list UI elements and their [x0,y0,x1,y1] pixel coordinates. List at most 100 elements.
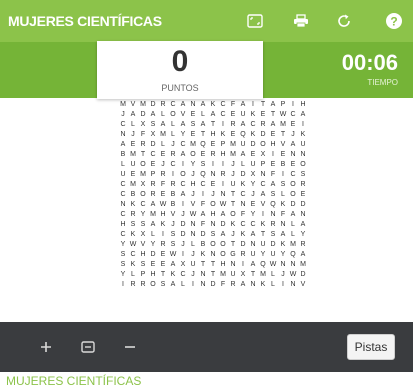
grid-cell[interactable]: R [258,120,268,130]
grid-cell[interactable]: K [238,230,248,240]
grid-cell[interactable]: O [208,200,218,210]
grid-cell[interactable]: L [178,280,188,290]
grid-cell[interactable]: Y [178,130,188,140]
grid-cell[interactable]: B [278,160,288,170]
grid-cell[interactable]: H [188,180,198,190]
grid-cell[interactable]: O [188,150,198,160]
grid-cell[interactable]: O [298,160,308,170]
grid-cell[interactable]: Y [248,210,258,220]
grid-cell[interactable]: K [128,260,138,270]
grid-cell[interactable]: N [188,100,198,110]
grid-cell[interactable]: C [218,100,228,110]
grid-cell[interactable]: J [168,220,178,230]
grid-cell[interactable]: C [178,180,188,190]
grid-cell[interactable]: O [178,170,188,180]
grid-cell[interactable]: M [158,130,168,140]
grid-cell[interactable]: L [288,220,298,230]
grid-cell[interactable]: A [198,120,208,130]
grid-cell[interactable]: K [158,220,168,230]
grid-cell[interactable]: H [138,250,148,260]
grid-cell[interactable]: U [238,110,248,120]
grid-cell[interactable]: O [218,240,228,250]
grid-cell[interactable]: J [188,270,198,280]
grid-cell[interactable]: J [228,160,238,170]
grid-cell[interactable]: S [118,250,128,260]
grid-cell[interactable]: F [218,280,228,290]
grid-cell[interactable]: C [288,110,298,120]
grid-cell[interactable]: E [148,160,158,170]
grid-cell[interactable]: Y [258,250,268,260]
grid-cell[interactable]: L [118,160,128,170]
grid-cell[interactable]: A [168,260,178,270]
grid-cell[interactable]: N [208,250,218,260]
grid-cell[interactable]: K [228,220,238,230]
grid-cell[interactable]: S [138,260,148,270]
zoom-fit-button[interactable] [74,333,102,361]
grid-cell[interactable]: L [128,120,138,130]
grid-cell[interactable]: F [158,180,168,190]
grid-cell[interactable]: K [128,230,138,240]
grid-cell[interactable]: A [178,190,188,200]
grid-cell[interactable]: B [168,190,178,200]
grid-cell[interactable]: T [248,270,258,280]
grid-cell[interactable]: O [258,140,268,150]
grid-cell[interactable]: E [248,200,258,210]
grid-cell[interactable]: J [188,250,198,260]
grid-cell[interactable]: B [198,240,208,250]
grid-cell[interactable]: I [178,250,188,260]
grid-cell[interactable]: L [158,140,168,150]
grid-cell[interactable]: X [138,230,148,240]
grid-cell[interactable]: C [178,270,188,280]
grid-cell[interactable]: U [238,140,248,150]
grid-cell[interactable]: A [148,110,158,120]
grid-cell[interactable]: A [218,230,228,240]
grid-cell[interactable]: E [158,260,168,270]
grid-cell[interactable]: C [118,230,128,240]
grid-cell[interactable]: Y [148,240,158,250]
grid-cell[interactable]: A [148,220,158,230]
grid-cell[interactable]: L [198,110,208,120]
grid-cell[interactable]: I [178,160,188,170]
grid-cell[interactable]: U [228,180,238,190]
grid-cell[interactable]: A [178,150,188,160]
grid-cell[interactable]: Y [188,160,198,170]
grid-cell[interactable]: I [218,180,228,190]
word-search-grid[interactable]: MVMDRCANAKCFAITAPIHJADALOVELACEUKETWCACL… [118,100,308,290]
grid-cell[interactable]: M [118,100,128,110]
grid-cell[interactable]: A [288,140,298,150]
grid-cell[interactable]: C [248,120,258,130]
grid-cell[interactable]: D [178,220,188,230]
grid-cell[interactable]: C [288,170,298,180]
grid-cell[interactable]: O [288,190,298,200]
grid-cell[interactable]: N [198,280,208,290]
grid-cell[interactable]: F [238,210,248,220]
grid-cell[interactable]: S [298,170,308,180]
grid-cell[interactable]: M [258,270,268,280]
grid-cell[interactable]: U [248,250,258,260]
grid-cell[interactable]: V [278,140,288,150]
grid-cell[interactable]: E [228,130,238,140]
grid-cell[interactable]: T [158,270,168,280]
grid-cell[interactable]: A [238,150,248,160]
grid-cell[interactable]: A [298,220,308,230]
grid-cell[interactable]: V [168,210,178,220]
grid-cell[interactable]: N [208,170,218,180]
grid-cell[interactable]: H [218,150,228,160]
grid-cell[interactable]: O [148,280,158,290]
grid-cell[interactable]: E [258,110,268,120]
grid-cell[interactable]: T [198,130,208,140]
grid-cell[interactable]: J [228,170,238,180]
grid-cell[interactable]: A [258,190,268,200]
grid-cell[interactable]: H [158,210,168,220]
grid-cell[interactable]: A [208,110,218,120]
grid-cell[interactable]: O [208,240,218,250]
grid-cell[interactable]: J [288,130,298,140]
grid-cell[interactable]: L [128,270,138,280]
zoom-out-button[interactable] [116,333,144,361]
grid-cell[interactable]: Y [138,210,148,220]
grid-cell[interactable]: X [148,130,158,140]
grid-cell[interactable]: I [238,260,248,270]
grid-cell[interactable]: O [228,210,238,220]
grid-cell[interactable]: F [268,170,278,180]
grid-cell[interactable]: A [268,180,278,190]
